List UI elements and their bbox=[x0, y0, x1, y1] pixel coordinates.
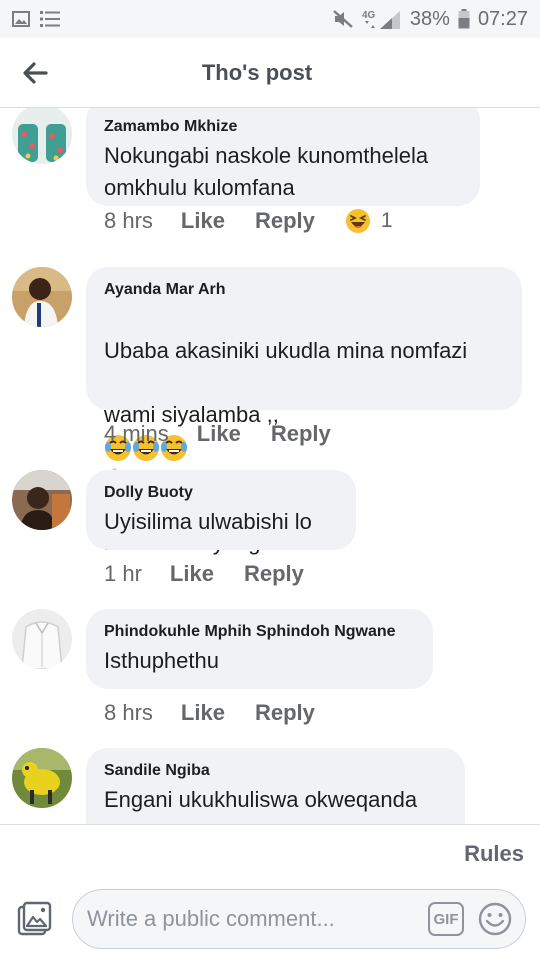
status-left bbox=[12, 10, 60, 28]
signal-icon: 4G bbox=[362, 8, 402, 30]
comment-bubble[interactable]: Dolly Buoty Uyisilima ulwabishi lo bbox=[86, 470, 356, 550]
rules-link[interactable]: Rules bbox=[464, 841, 524, 867]
mute-icon bbox=[332, 9, 354, 29]
avatar[interactable] bbox=[12, 748, 72, 808]
comment-text: Uyisilima ulwabishi lo bbox=[104, 509, 312, 534]
comments-list[interactable]: Zamambo Mkhize Nokungabi naskole kunomth… bbox=[0, 108, 540, 824]
comment-text: Nokungabi naskole kunomthelela omkhulu k… bbox=[104, 143, 429, 200]
haha-reaction-icon bbox=[345, 209, 370, 233]
status-right: 4G 38% 07:27 bbox=[332, 8, 528, 31]
status-bar: 4G 38% 07:27 bbox=[0, 0, 540, 38]
page-title: Tho's post bbox=[201, 60, 313, 85]
reply-button[interactable]: Reply bbox=[255, 700, 315, 726]
comment-input[interactable] bbox=[87, 890, 417, 948]
comment-author[interactable]: Sandile Ngiba bbox=[104, 762, 447, 780]
comment-author[interactable]: Dolly Buoty bbox=[104, 484, 338, 502]
avatar[interactable] bbox=[12, 609, 72, 669]
emoji-button[interactable] bbox=[477, 901, 513, 937]
comment-bubble[interactable]: Ayanda Mar Arh Ubaba akasiniki ukudla mi… bbox=[86, 267, 522, 555]
battery-percent: 38% bbox=[409, 7, 450, 30]
clock: 07:27 bbox=[477, 7, 528, 30]
like-button[interactable]: Like bbox=[181, 208, 225, 234]
gif-button[interactable]: GIF bbox=[428, 902, 464, 936]
menu-list-icon bbox=[40, 10, 60, 28]
image-icon bbox=[12, 11, 30, 27]
like-button[interactable]: Like bbox=[170, 561, 214, 587]
reaction-count: 1 bbox=[380, 209, 393, 232]
post-header: Tho's post bbox=[0, 38, 540, 108]
comment-text: Engani ukukhuliswa okweqanda bbox=[104, 787, 418, 812]
comment-bubble[interactable]: Zamambo Mkhize Nokungabi naskole kunomth… bbox=[86, 108, 480, 206]
reply-button[interactable]: Reply bbox=[271, 421, 331, 447]
battery-icon bbox=[458, 9, 470, 29]
reaction-summary[interactable]: 1 bbox=[345, 208, 393, 234]
comment-author[interactable]: Ayanda Mar Arh bbox=[104, 281, 504, 299]
comment-actions: 4 mins Like Reply bbox=[104, 421, 361, 447]
comment-actions: 8 hrs Like Reply bbox=[104, 700, 345, 726]
reply-button[interactable]: Reply bbox=[244, 561, 304, 587]
avatar[interactable] bbox=[12, 267, 72, 327]
comment-actions: 8 hrs Like Reply 1 bbox=[104, 208, 393, 234]
comment-text-line: Ubaba akasiniki ukudla mina nomfazi bbox=[104, 338, 468, 363]
comment-time[interactable]: 4 mins bbox=[104, 421, 169, 447]
comment-bubble[interactable]: Phindokuhle Mphih Sphindoh Ngwane Isthup… bbox=[86, 609, 433, 689]
comment-composer: Rules GIF bbox=[0, 824, 540, 960]
comment-input-wrapper: GIF bbox=[72, 889, 526, 949]
comment-time[interactable]: 8 hrs bbox=[104, 208, 153, 234]
comment-time[interactable]: 8 hrs bbox=[104, 700, 153, 726]
photo-button[interactable] bbox=[16, 901, 52, 937]
comment-actions: 1 hr Like Reply bbox=[104, 561, 334, 587]
avatar[interactable] bbox=[12, 470, 72, 530]
reply-button[interactable]: Reply bbox=[255, 208, 315, 234]
comment-author[interactable]: Zamambo Mkhize bbox=[104, 118, 462, 136]
avatar[interactable] bbox=[12, 108, 72, 164]
comment-author[interactable]: Phindokuhle Mphih Sphindoh Ngwane bbox=[104, 623, 415, 641]
comment-time[interactable]: 1 hr bbox=[104, 561, 142, 587]
comment-text: Isthuphethu bbox=[104, 648, 219, 673]
photo-icon bbox=[17, 901, 52, 936]
like-button[interactable]: Like bbox=[181, 700, 225, 726]
smiley-icon bbox=[478, 902, 512, 936]
network-label: 4G bbox=[362, 10, 376, 21]
comment-bubble[interactable]: Sandile Ngiba Engani ukukhuliswa okweqan… bbox=[86, 748, 465, 824]
like-button[interactable]: Like bbox=[197, 421, 241, 447]
